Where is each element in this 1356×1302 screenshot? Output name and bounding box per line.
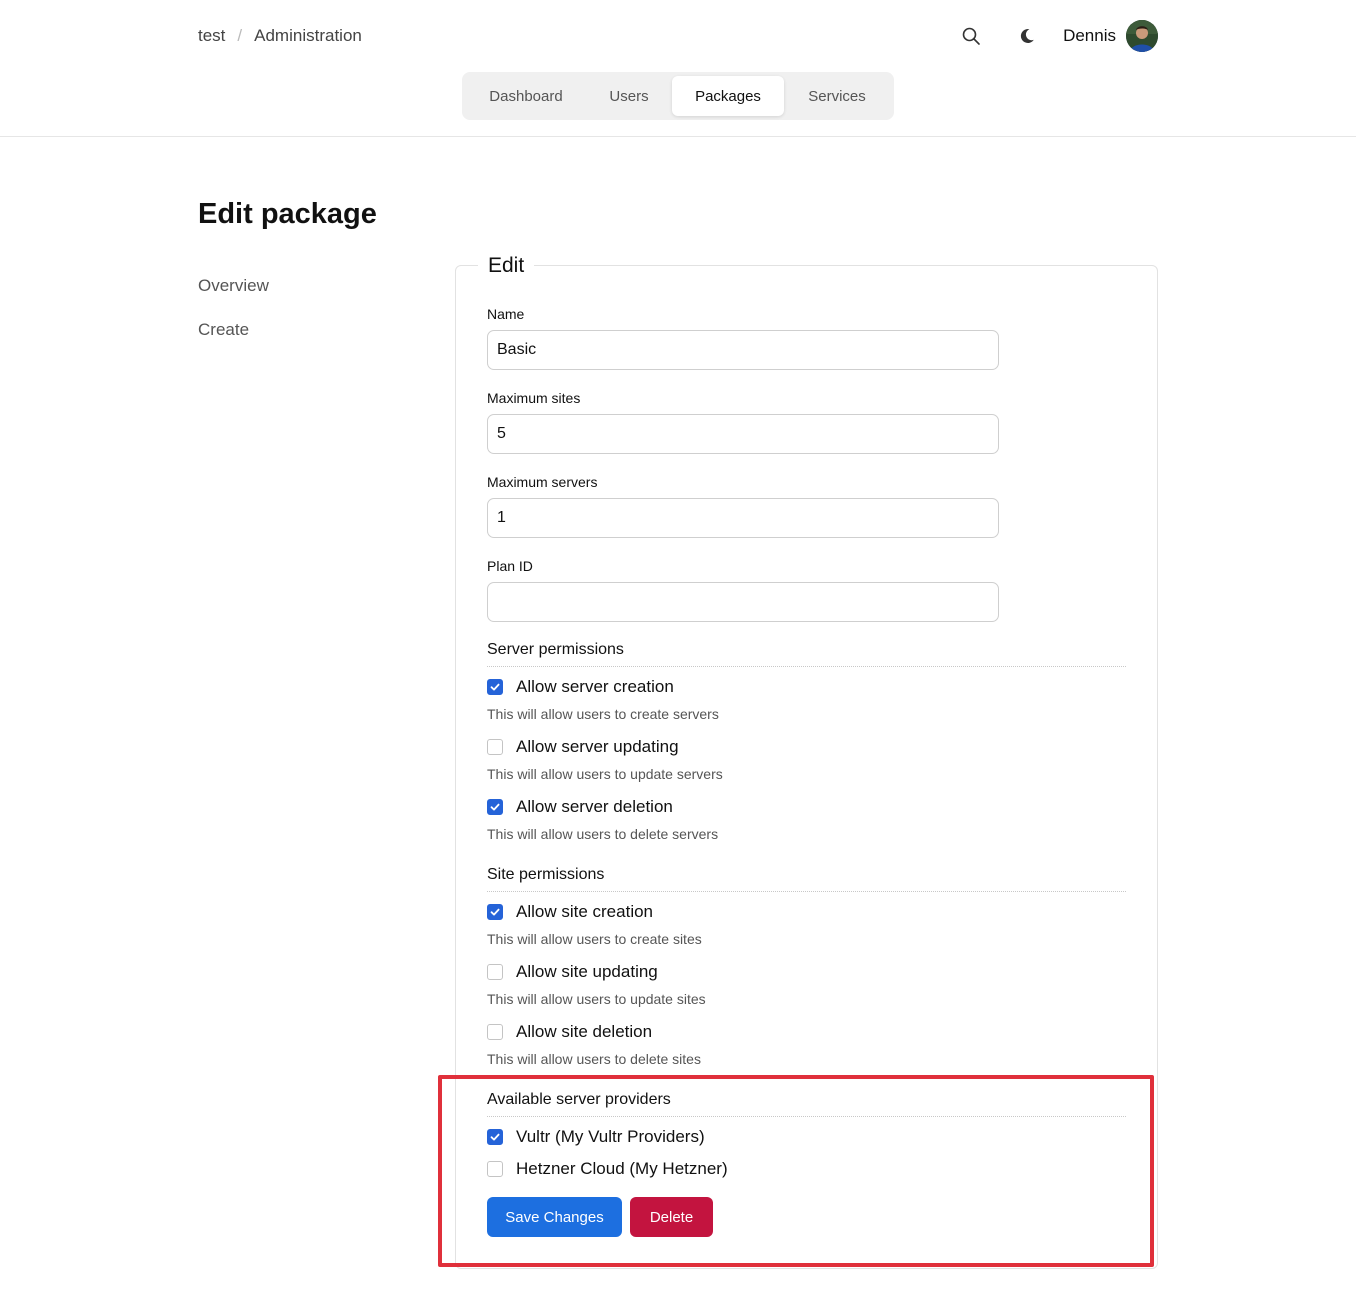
checkbox-box[interactable] [487, 679, 503, 695]
check-icon [490, 908, 500, 916]
allow-site-deletion-checkbox[interactable]: Allow site deletion [487, 1022, 652, 1042]
breadcrumb-separator: / [237, 26, 243, 45]
tab-packages[interactable]: Packages [672, 76, 784, 116]
server-providers-title: Available server providers [487, 1091, 1126, 1117]
tab-services[interactable]: Services [784, 76, 890, 116]
checkbox-label: Allow site creation [516, 902, 654, 921]
save-changes-button[interactable]: Save Changes [487, 1197, 622, 1237]
username[interactable]: Dennis [1063, 26, 1116, 46]
server-permissions-title: Server permissions [487, 641, 1126, 667]
name-label: Name [487, 306, 525, 322]
allow-site-creation-checkbox[interactable]: Allow site creation [487, 902, 653, 922]
checkbox-label: Vultr (My Vultr Providers) [516, 1127, 705, 1146]
help-text: This will allow users to create sites [487, 931, 702, 947]
checkbox-box[interactable] [487, 799, 503, 815]
max-sites-label: Maximum sites [487, 390, 581, 406]
theme-toggle-button[interactable] [1013, 22, 1041, 50]
help-text: This will allow users to update sites [487, 991, 706, 1007]
help-text: This will allow users to delete sites [487, 1051, 701, 1067]
checkbox-box[interactable] [487, 739, 503, 755]
allow-server-deletion-checkbox[interactable]: Allow server deletion [487, 797, 673, 817]
checkbox-label: Allow site updating [516, 962, 658, 981]
allow-server-creation-checkbox[interactable]: Allow server creation [487, 677, 674, 697]
avatar-image [1126, 20, 1158, 52]
max-sites-input[interactable] [487, 414, 999, 454]
plan-id-input[interactable] [487, 582, 999, 622]
checkbox-box[interactable] [487, 904, 503, 920]
checkbox-box[interactable] [487, 1161, 503, 1177]
side-nav-create[interactable]: Create [198, 320, 269, 364]
check-icon [490, 683, 500, 691]
delete-button[interactable]: Delete [630, 1197, 713, 1237]
site-permissions-title: Site permissions [487, 866, 1126, 892]
provider-hetzner-checkbox[interactable]: Hetzner Cloud (My Hetzner) [487, 1159, 728, 1179]
side-nav: Overview Create [198, 276, 269, 364]
checkbox-box[interactable] [487, 1024, 503, 1040]
breadcrumb-current[interactable]: Administration [254, 26, 362, 46]
header-actions: Dennis [957, 20, 1158, 52]
moon-icon [1020, 29, 1034, 44]
max-servers-label: Maximum servers [487, 474, 598, 490]
breadcrumb: test / Administration [198, 26, 362, 46]
check-icon [490, 1133, 500, 1141]
checkbox-box[interactable] [487, 1129, 503, 1145]
checkbox-label: Allow server updating [516, 737, 679, 756]
search-button[interactable] [957, 22, 985, 50]
plan-id-label: Plan ID [487, 558, 533, 574]
help-text: This will allow users to delete servers [487, 826, 719, 842]
side-nav-overview[interactable]: Overview [198, 276, 269, 320]
provider-vultr-checkbox[interactable]: Vultr (My Vultr Providers) [487, 1127, 705, 1147]
checkbox-label: Hetzner Cloud (My Hetzner) [516, 1159, 728, 1178]
allow-site-updating-checkbox[interactable]: Allow site updating [487, 962, 658, 982]
page-title: Edit package [198, 198, 377, 230]
max-servers-input[interactable] [487, 498, 999, 538]
name-input[interactable] [487, 330, 999, 370]
checkbox-label: Allow server deletion [516, 797, 673, 816]
help-text: This will allow users to create servers [487, 706, 719, 722]
checkbox-box[interactable] [487, 964, 503, 980]
check-icon [490, 803, 500, 811]
help-text: This will allow users to update servers [487, 766, 723, 782]
search-icon [962, 27, 980, 45]
breadcrumb-root[interactable]: test [198, 26, 225, 46]
tab-dashboard[interactable]: Dashboard [466, 76, 586, 116]
tab-users[interactable]: Users [586, 76, 672, 116]
main-tabs: Dashboard Users Packages Services [462, 72, 894, 120]
checkbox-label: Allow server creation [516, 677, 674, 696]
avatar[interactable] [1126, 20, 1158, 52]
top-header: test / Administration Dennis Dashboard U… [0, 0, 1356, 137]
allow-server-updating-checkbox[interactable]: Allow server updating [487, 737, 679, 757]
checkbox-label: Allow site deletion [516, 1022, 653, 1041]
form-legend: Edit [478, 254, 535, 278]
